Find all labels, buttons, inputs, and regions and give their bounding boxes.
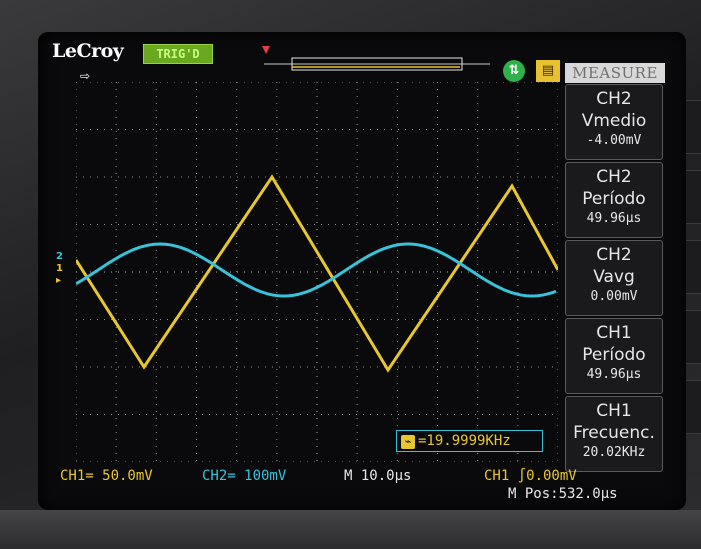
- measure-menu-title: MEASURE: [565, 63, 665, 83]
- frequency-counter-readout: ⌁ =19.9999KHz: [396, 430, 543, 452]
- trigger-level-readout: CH1 ∫0.00mV: [484, 468, 577, 484]
- printer-icon: ▤: [536, 60, 560, 82]
- measurement-channel: CH1: [596, 401, 632, 421]
- measurement-box-5[interactable]: CH1 Frecuenc. 20.02KHz: [565, 396, 663, 472]
- trigger-level-marker: ▸: [56, 275, 62, 286]
- frequency-counter-icon: ⌁: [401, 435, 415, 449]
- measurement-box-4[interactable]: CH1 Período 49.96µs: [565, 318, 663, 394]
- ch2-ground-marker: 2: [56, 251, 63, 262]
- measurement-name: Vmedio: [581, 111, 647, 131]
- frequency-counter-value: =19.9999KHz: [418, 433, 511, 449]
- measure-panel: CH2 Vmedio -4.00mV CH2 Período 49.96µs C…: [565, 84, 663, 472]
- measurement-value: 49.96µs: [586, 211, 642, 226]
- measurement-value: 49.96µs: [586, 367, 642, 382]
- horizontal-position-readout: M Pos:532.0µs: [508, 486, 618, 502]
- measurement-name: Período: [582, 189, 646, 209]
- measurement-name: Período: [582, 345, 646, 365]
- trigger-time-arrow-icon: ⇨: [80, 69, 91, 83]
- measurement-box-1[interactable]: CH2 Vmedio -4.00mV: [565, 84, 663, 160]
- usb-icon: ⇅: [503, 60, 525, 82]
- measurement-channel: CH2: [596, 245, 632, 265]
- ch1-scale-readout: CH1= 50.0mV: [60, 468, 153, 484]
- timebase-readout: M 10.0µs: [344, 468, 412, 484]
- measurement-channel: CH1: [596, 323, 632, 343]
- horizontal-position-bar: [264, 57, 490, 71]
- graticule: [76, 82, 558, 462]
- measurement-value: -4.00mV: [586, 133, 642, 148]
- measurement-box-3[interactable]: CH2 Vavg 0.00mV: [565, 240, 663, 316]
- ch2-scale-readout: CH2= 100mV: [202, 468, 287, 484]
- waveform-display: [76, 82, 558, 462]
- measurement-channel: CH2: [596, 89, 632, 109]
- measurement-box-2[interactable]: CH2 Período 49.96µs: [565, 162, 663, 238]
- measurement-channel: CH2: [596, 167, 632, 187]
- run-status-badge: TRIG'D: [143, 44, 213, 64]
- brand-logo: LeCroy: [52, 40, 124, 62]
- measurement-value: 0.00mV: [590, 289, 638, 304]
- measurement-value: 20.02KHz: [582, 445, 646, 460]
- measurement-name: Vavg: [593, 267, 635, 287]
- bezel-bottom-edge: [0, 510, 701, 549]
- measurement-name: Frecuenc.: [573, 423, 655, 443]
- ch1-ground-marker: 1: [56, 263, 63, 274]
